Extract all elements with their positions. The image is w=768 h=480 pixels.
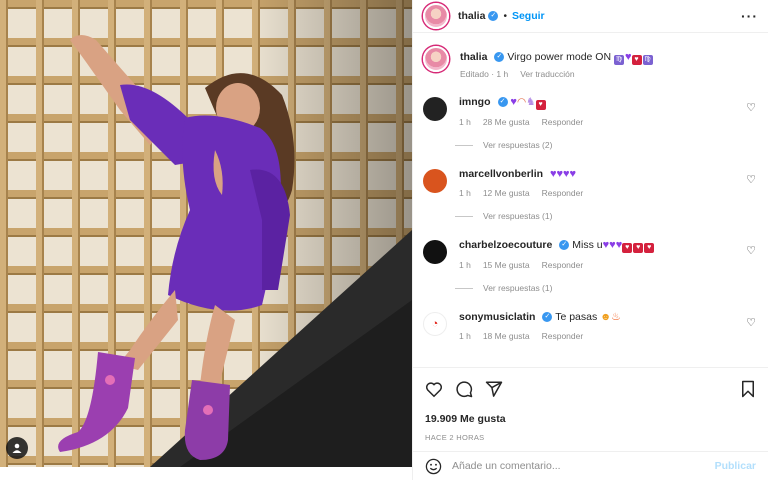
tagged-users-icon[interactable] [6, 437, 28, 459]
media-bottom-strip [0, 467, 412, 480]
verified-icon: ✓ [559, 240, 570, 251]
like-comment-icon[interactable]: ♡ [746, 101, 756, 114]
red-heart-icon: ♥ [622, 243, 633, 253]
commenter-username[interactable]: imngo [459, 96, 491, 108]
author-username[interactable]: thalia [458, 10, 485, 22]
comment-time: 1 h [459, 260, 471, 270]
like-heart-icon[interactable] [425, 381, 443, 398]
photo [0, 0, 412, 467]
virgo-icon: ♍ [613, 55, 624, 65]
reply-button[interactable]: Responder [542, 260, 584, 270]
follow-button[interactable]: Seguir [512, 10, 545, 22]
comment-input[interactable] [452, 460, 715, 472]
more-options-icon[interactable]: ··· [741, 8, 758, 24]
purple-heart-icon: ♥♥♥♥ [549, 168, 577, 180]
like-comment-icon[interactable]: ♡ [746, 316, 756, 329]
view-replies[interactable]: Ver respuestas (1) [455, 283, 758, 293]
reply-button[interactable]: Responder [542, 117, 584, 127]
comment-time: 1 h [459, 331, 471, 341]
comment: ◔ sonymusiclatin ✓ Te pasas ☻♨ 1 h 18 Me g… [423, 310, 758, 341]
comment-likes[interactable]: 15 Me gusta [483, 260, 530, 270]
commenter-username[interactable]: sonymusiclatin [459, 311, 535, 323]
purple-heart-icon: ♥♥♥ [602, 239, 623, 251]
post-actions: 19.909 Me gusta HACE 2 HORAS [413, 367, 768, 442]
comment: imngo ✓ ♥◠♞ ♥ 1 h 28 Me gusta Responder ♡ [423, 95, 758, 127]
post-header: thalia ✓ • Seguir ··· [413, 0, 768, 33]
bookmark-icon[interactable] [740, 380, 756, 398]
verified-icon: ✓ [542, 312, 553, 323]
comment-likes[interactable]: 18 Me gusta [483, 331, 530, 341]
star-struck-icon: ☻ [600, 311, 612, 323]
caption-text: Virgo power mode ON [507, 51, 612, 63]
share-icon[interactable] [485, 380, 503, 398]
caption-edited: Editado · 1 h [460, 69, 509, 79]
commenter-username[interactable]: charbelzoecouture [459, 239, 552, 251]
verified-icon: ✓ [497, 97, 508, 108]
reply-button[interactable]: Responder [542, 331, 584, 341]
comment-text: Miss u [572, 239, 603, 251]
post-image[interactable] [0, 0, 412, 467]
emoji-icon[interactable] [425, 458, 442, 475]
red-heart-icon: ♥ [633, 243, 644, 253]
author-avatar[interactable] [423, 3, 449, 29]
see-translation[interactable]: Ver traducción [520, 69, 574, 79]
comment-time: 1 h [459, 117, 471, 127]
commenter-username[interactable]: marcellvonberlin [459, 168, 543, 180]
comment-likes[interactable]: 12 Me gusta [483, 188, 530, 198]
post-comment-button[interactable]: Publicar [715, 460, 756, 472]
reply-button[interactable]: Responder [542, 188, 584, 198]
comment-text: Te pasas [555, 311, 598, 323]
unicorn-icon: ♞ [526, 96, 536, 108]
view-replies[interactable]: Ver respuestas (1) [455, 211, 758, 221]
add-comment-bar: Publicar [413, 451, 768, 480]
comment-time: 1 h [459, 188, 471, 198]
verified-icon: ✓ [488, 11, 499, 21]
caption-username[interactable]: thalia [460, 51, 487, 63]
caption: thalia ✓ Virgo power mode ON ♍ ♥ ♥ ♍ Editado… [423, 46, 758, 79]
post-date: HACE 2 HORAS [425, 433, 485, 442]
commenter-avatar[interactable] [423, 240, 447, 264]
comments-list[interactable]: thalia ✓ Virgo power mode ON ♍ ♥ ♥ ♍ Editado… [413, 34, 768, 365]
comment: marcellvonberlin ♥♥♥♥ 1 h 12 Me gusta Resp… [423, 167, 758, 198]
rainbow-icon: ◠ [516, 96, 527, 108]
comment-likes[interactable]: 28 Me gusta [483, 117, 530, 127]
verified-icon: ✓ [494, 52, 505, 63]
virgo-icon: ♍ [642, 55, 653, 65]
red-heart-icon: ♥ [644, 243, 655, 253]
red-heart-icon: ♥ [631, 55, 642, 65]
comment: charbelzoecouture ✓ Miss u♥♥♥ ♥ ♥ ♥ 1 h 15 Me… [423, 238, 758, 270]
caption-avatar[interactable] [423, 46, 449, 72]
comment-icon[interactable] [455, 380, 473, 398]
like-comment-icon[interactable]: ♡ [746, 173, 756, 186]
commenter-avatar[interactable] [423, 97, 447, 121]
post-side-panel: thalia ✓ • Seguir ··· thalia ✓ Virgo powe… [412, 0, 768, 480]
separator-dot: • [503, 10, 507, 22]
like-comment-icon[interactable]: ♡ [746, 244, 756, 257]
fire-icon: ♨ [611, 311, 621, 323]
red-heart-icon: ♥ [535, 100, 546, 110]
likes-count[interactable]: 19.909 Me gusta [425, 413, 756, 425]
commenter-avatar[interactable] [423, 169, 447, 193]
purple-heart-icon: ♥ [624, 51, 632, 63]
commenter-avatar[interactable]: ◔ [423, 312, 447, 336]
view-replies[interactable]: Ver respuestas (2) [455, 140, 758, 150]
